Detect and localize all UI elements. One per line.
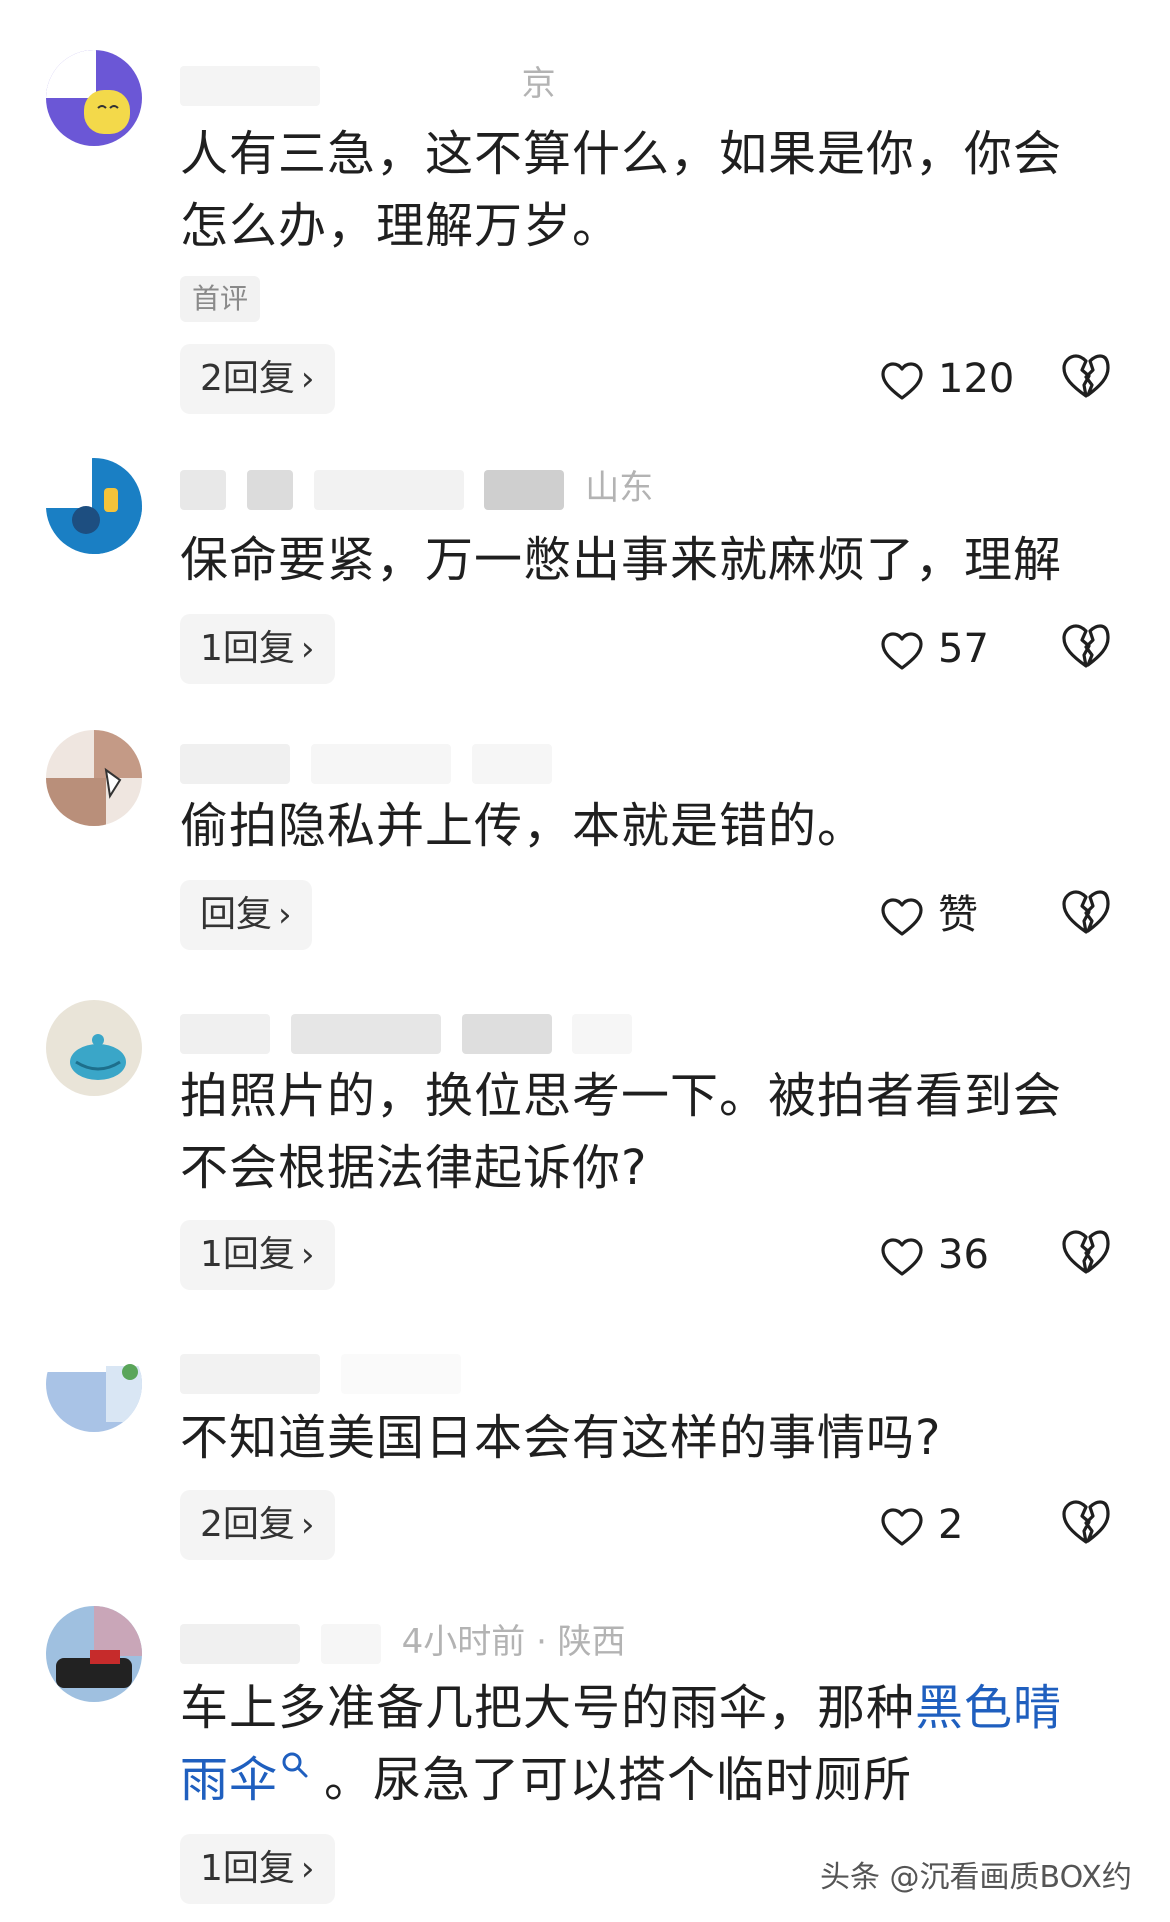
- chevron-right-icon: ›: [300, 1849, 315, 1889]
- dislike-button[interactable]: [1060, 352, 1112, 404]
- broken-heart-icon: [1062, 1500, 1110, 1544]
- reply-label: 1回复: [200, 1234, 295, 1275]
- avatar[interactable]: [46, 50, 142, 146]
- like-button[interactable]: 57: [880, 614, 989, 684]
- reply-label: 1回复: [200, 1848, 295, 1889]
- comment-text: 拍照片的，换位思考一下。被拍者看到会不会根据法律起诉你?: [180, 1068, 1063, 1196]
- dislike-button[interactable]: [1060, 1498, 1112, 1550]
- chevron-right-icon: ›: [300, 629, 315, 669]
- like-count: 2: [938, 1502, 964, 1548]
- like-button[interactable]: 赞: [880, 880, 978, 950]
- like-button[interactable]: 2: [880, 1490, 963, 1560]
- comment-meta: [180, 1350, 471, 1394]
- comment-meta: 4小时前 · 陕西: [180, 1620, 626, 1664]
- reply-button[interactable]: 2回复 ›: [180, 344, 335, 414]
- reply-button[interactable]: 1回复 ›: [180, 1220, 335, 1290]
- avatar[interactable]: [46, 1606, 142, 1702]
- dislike-button[interactable]: [1060, 622, 1112, 674]
- reply-label: 1回复: [200, 628, 295, 669]
- reply-label: 2回复: [200, 358, 295, 399]
- dislike-button[interactable]: [1060, 888, 1112, 940]
- comment-meta: 山东: [180, 466, 653, 510]
- avatar[interactable]: [46, 458, 142, 554]
- avatar[interactable]: [46, 1336, 142, 1432]
- avatar[interactable]: [46, 1000, 142, 1096]
- like-label: 赞: [938, 892, 978, 938]
- reply-button[interactable]: 回复 ›: [180, 880, 312, 950]
- comment-text: 偷拍隐私并上传，本就是错的。: [180, 798, 867, 854]
- like-count: 57: [938, 626, 989, 672]
- comment-text-part: 车上多准备几把大号的雨伞，那种: [180, 1680, 916, 1736]
- reply-label: 回复: [200, 894, 273, 935]
- comment-text: 不知道美国日本会有这样的事情吗?: [180, 1410, 942, 1466]
- like-count: 36: [938, 1232, 989, 1278]
- comment-meta: [180, 740, 562, 784]
- heart-outline-icon: [881, 1238, 923, 1276]
- chevron-right-icon: ›: [278, 895, 292, 935]
- reply-button[interactable]: 1回复 ›: [180, 1834, 335, 1904]
- dislike-button[interactable]: [1060, 1228, 1112, 1280]
- heart-outline-icon: [881, 1508, 923, 1546]
- heart-outline-icon: [881, 362, 923, 400]
- broken-heart-icon: [1062, 1230, 1110, 1274]
- heart-outline-icon: [881, 898, 923, 936]
- comment-text: 保命要紧，万一憋出事来就麻烦了，理解: [180, 532, 1063, 588]
- broken-heart-icon: [1062, 354, 1110, 398]
- search-icon[interactable]: [280, 1750, 310, 1780]
- heart-outline-icon: [881, 632, 923, 670]
- first-comment-tag: 首评: [180, 276, 261, 322]
- reply-button[interactable]: 1回复 ›: [180, 614, 335, 684]
- comment-text-part: 。尿急了可以搭个临时厕所: [324, 1752, 913, 1808]
- chevron-right-icon: ›: [300, 359, 315, 399]
- reply-label: 2回复: [200, 1504, 295, 1545]
- chevron-right-icon: ›: [300, 1235, 315, 1275]
- chevron-right-icon: ›: [300, 1505, 315, 1545]
- comment-meta: [180, 1010, 642, 1054]
- like-button[interactable]: 120: [880, 344, 1014, 414]
- like-count: 120: [938, 356, 1015, 402]
- avatar[interactable]: [46, 730, 142, 826]
- broken-heart-icon: [1062, 890, 1110, 934]
- broken-heart-icon: [1062, 624, 1110, 668]
- like-button[interactable]: 36: [880, 1220, 989, 1290]
- comment-meta: 京: [180, 62, 556, 106]
- comment-text: 人有三急，这不算什么，如果是你，你会怎么办，理解万岁。: [180, 126, 1063, 254]
- reply-button[interactable]: 2回复 ›: [180, 1490, 335, 1560]
- comment-text: 车上多准备几把大号的雨伞，那种黑色晴雨伞 。尿急了可以搭个临时厕所: [180, 1672, 1110, 1816]
- watermark: 头条 @沉看画质BOX约: [820, 1860, 1132, 1895]
